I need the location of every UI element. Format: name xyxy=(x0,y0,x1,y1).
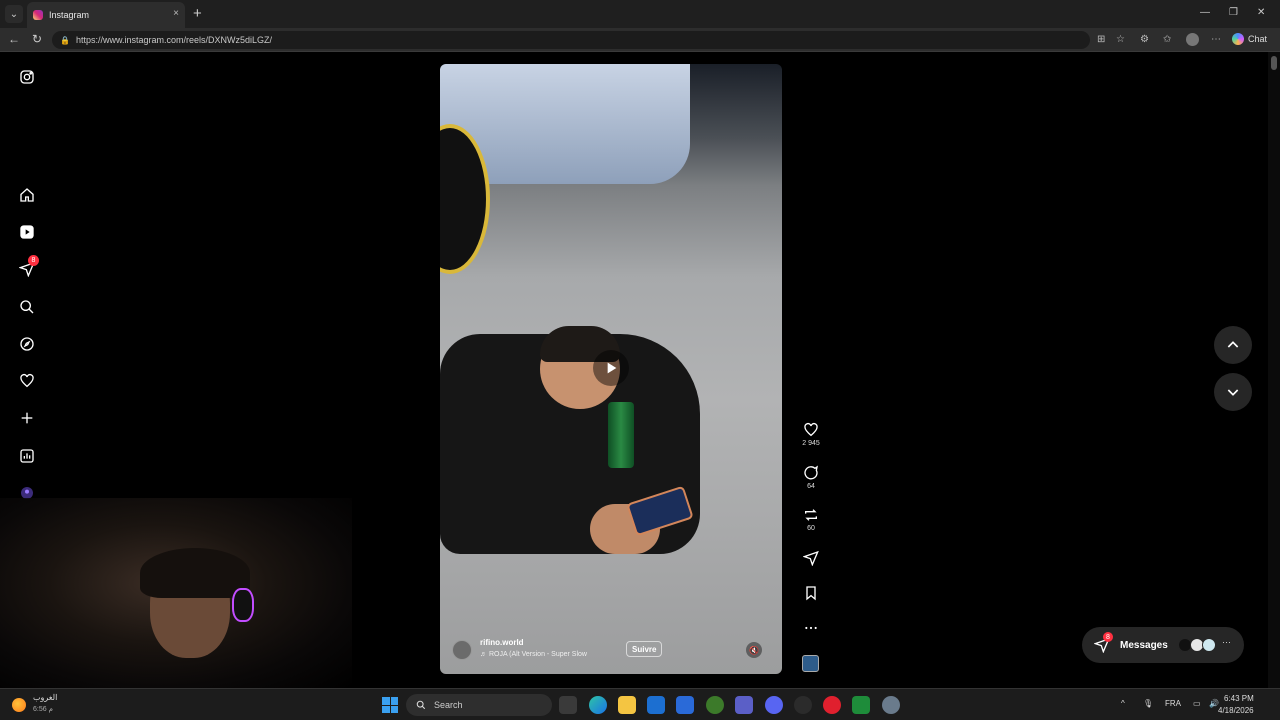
tab-close-icon[interactable]: × xyxy=(173,8,179,19)
tab-title: Instagram xyxy=(49,10,90,20)
xbox-icon[interactable] xyxy=(706,696,724,714)
browser-address-bar: ← ↻ 🔒 https://www.instagram.com/reels/DX… xyxy=(0,28,1280,52)
instagram-page: 8 rifino.world ♬ ROJA (Alt Version - Sup… xyxy=(0,52,1280,688)
webcam-overlay xyxy=(0,498,352,688)
extensions-icon[interactable]: ⚙ xyxy=(1140,34,1149,45)
reel-audio-label[interactable]: ♬ ROJA (Alt Version - Super Slow xyxy=(480,651,587,658)
reel-footer: rifino.world ♬ ROJA (Alt Version - Super… xyxy=(452,638,772,664)
terminal-icon[interactable] xyxy=(852,696,870,714)
dashboard-icon[interactable] xyxy=(18,447,36,465)
minimize-button[interactable]: — xyxy=(1200,7,1210,18)
lock-icon: 🔒 xyxy=(60,35,70,45)
chat-label: Chat xyxy=(1248,34,1268,44)
instagram-logo-icon[interactable] xyxy=(18,68,36,86)
search-icon xyxy=(416,700,426,710)
restore-button[interactable]: ❐ xyxy=(1229,7,1238,18)
browser-tab-bar: ⌄ Instagram × + — ❐ ✕ xyxy=(0,0,1280,28)
messages-send-icon: 8 xyxy=(1093,632,1113,654)
webcam-headset xyxy=(232,588,254,622)
weather-subtitle: م 6:56 xyxy=(33,706,53,713)
opera-icon[interactable] xyxy=(823,696,841,714)
profile-avatar[interactable] xyxy=(1186,33,1199,46)
instagram-favicon-icon xyxy=(33,10,43,20)
language-indicator[interactable]: FRA xyxy=(1165,699,1181,708)
back-button[interactable]: ← xyxy=(8,32,20,46)
favorites-icon[interactable]: ✩ xyxy=(1163,34,1171,45)
edge-browser-icon[interactable] xyxy=(589,696,607,714)
messages-badge: 8 xyxy=(1103,632,1113,642)
home-icon[interactable] xyxy=(18,186,36,204)
like-button[interactable]: 2 945 xyxy=(800,422,822,447)
repost-count: 60 xyxy=(807,525,815,532)
copilot-icon xyxy=(1232,33,1244,45)
new-tab-button[interactable]: + xyxy=(193,5,202,22)
discord-icon[interactable] xyxy=(765,696,783,714)
settings-icon[interactable] xyxy=(882,696,900,714)
network-icon[interactable]: ▭ xyxy=(1193,699,1201,708)
messages-more-icon: ⋯ xyxy=(1222,637,1231,647)
messages-label: Messages xyxy=(1120,639,1168,651)
more-options-icon[interactable]: ⋯ xyxy=(1211,34,1221,45)
teams-icon[interactable] xyxy=(735,696,753,714)
mute-icon[interactable]: 🔇 xyxy=(746,642,762,658)
direct-messages-icon[interactable]: 8 xyxy=(18,255,39,278)
reel-author-avatar[interactable] xyxy=(452,640,472,660)
reel-video[interactable]: rifino.world ♬ ROJA (Alt Version - Super… xyxy=(440,64,782,674)
message-avatar xyxy=(1202,638,1216,652)
play-icon[interactable] xyxy=(593,350,629,386)
like-count: 2 945 xyxy=(802,440,820,447)
repost-button[interactable]: 60 xyxy=(800,507,822,532)
windows-taskbar: الغروب م 6:56 Search ^ 🎙 FRA ▭ 🔊 6:43 PM… xyxy=(0,688,1280,720)
more-options-button[interactable] xyxy=(800,620,822,636)
save-bookmark-button[interactable] xyxy=(800,585,822,601)
search-icon[interactable] xyxy=(18,298,36,316)
notification-badge: 8 xyxy=(28,255,39,266)
comment-button[interactable]: 64 xyxy=(800,465,822,490)
explore-icon[interactable] xyxy=(18,335,36,353)
browser-tab-instagram[interactable]: Instagram × xyxy=(27,2,185,28)
clock-date[interactable]: 4/18/2026 xyxy=(1218,706,1254,715)
webcam-hair xyxy=(140,548,250,598)
copilot-chat-button[interactable]: Chat xyxy=(1232,33,1267,45)
show-hidden-icons[interactable]: ^ xyxy=(1121,699,1125,708)
reels-icon[interactable] xyxy=(18,223,36,241)
audio-thumbnail[interactable] xyxy=(802,655,819,672)
comment-count: 64 xyxy=(807,483,815,490)
refresh-button[interactable]: ↻ xyxy=(32,32,42,46)
scrollbar[interactable] xyxy=(1268,52,1280,688)
windows-start-icon[interactable] xyxy=(382,697,398,713)
create-plus-icon[interactable] xyxy=(18,409,36,427)
store-icon[interactable] xyxy=(676,696,694,714)
taskbar-search-placeholder: Search xyxy=(434,700,463,710)
taskbar-search[interactable]: Search xyxy=(406,694,552,716)
next-reel-button[interactable] xyxy=(1214,373,1252,411)
follow-button[interactable]: Suivre xyxy=(626,641,663,657)
notifications-heart-icon[interactable] xyxy=(18,372,36,390)
weather-title[interactable]: الغروب xyxy=(33,693,57,702)
task-view-icon[interactable] xyxy=(559,696,577,714)
share-button[interactable] xyxy=(800,550,822,566)
weather-icon[interactable] xyxy=(12,698,26,712)
microphone-icon[interactable]: 🎙 xyxy=(1143,699,1153,708)
tab-actions-menu-button[interactable]: ⌄ xyxy=(5,5,23,23)
previous-reel-button[interactable] xyxy=(1214,326,1252,364)
clock-time[interactable]: 6:43 PM xyxy=(1224,694,1254,703)
url-text: https://www.instagram.com/reels/DXNWz5di… xyxy=(75,35,273,45)
reel-username[interactable]: rifino.world xyxy=(480,638,524,647)
favorite-star-icon[interactable]: ☆ xyxy=(1116,34,1125,45)
messages-button[interactable]: 8 Messages ⋯ xyxy=(1082,627,1244,663)
app-available-icon[interactable]: ⊞ xyxy=(1097,34,1105,45)
obs-icon[interactable] xyxy=(794,696,812,714)
close-window-button[interactable]: ✕ xyxy=(1257,7,1265,18)
video-can xyxy=(608,402,634,468)
file-explorer-icon[interactable] xyxy=(618,696,636,714)
outlook-icon[interactable] xyxy=(647,696,665,714)
url-field[interactable]: 🔒 https://www.instagram.com/reels/DXNWz5… xyxy=(52,31,1090,49)
scrollbar-thumb[interactable] xyxy=(1271,56,1277,70)
